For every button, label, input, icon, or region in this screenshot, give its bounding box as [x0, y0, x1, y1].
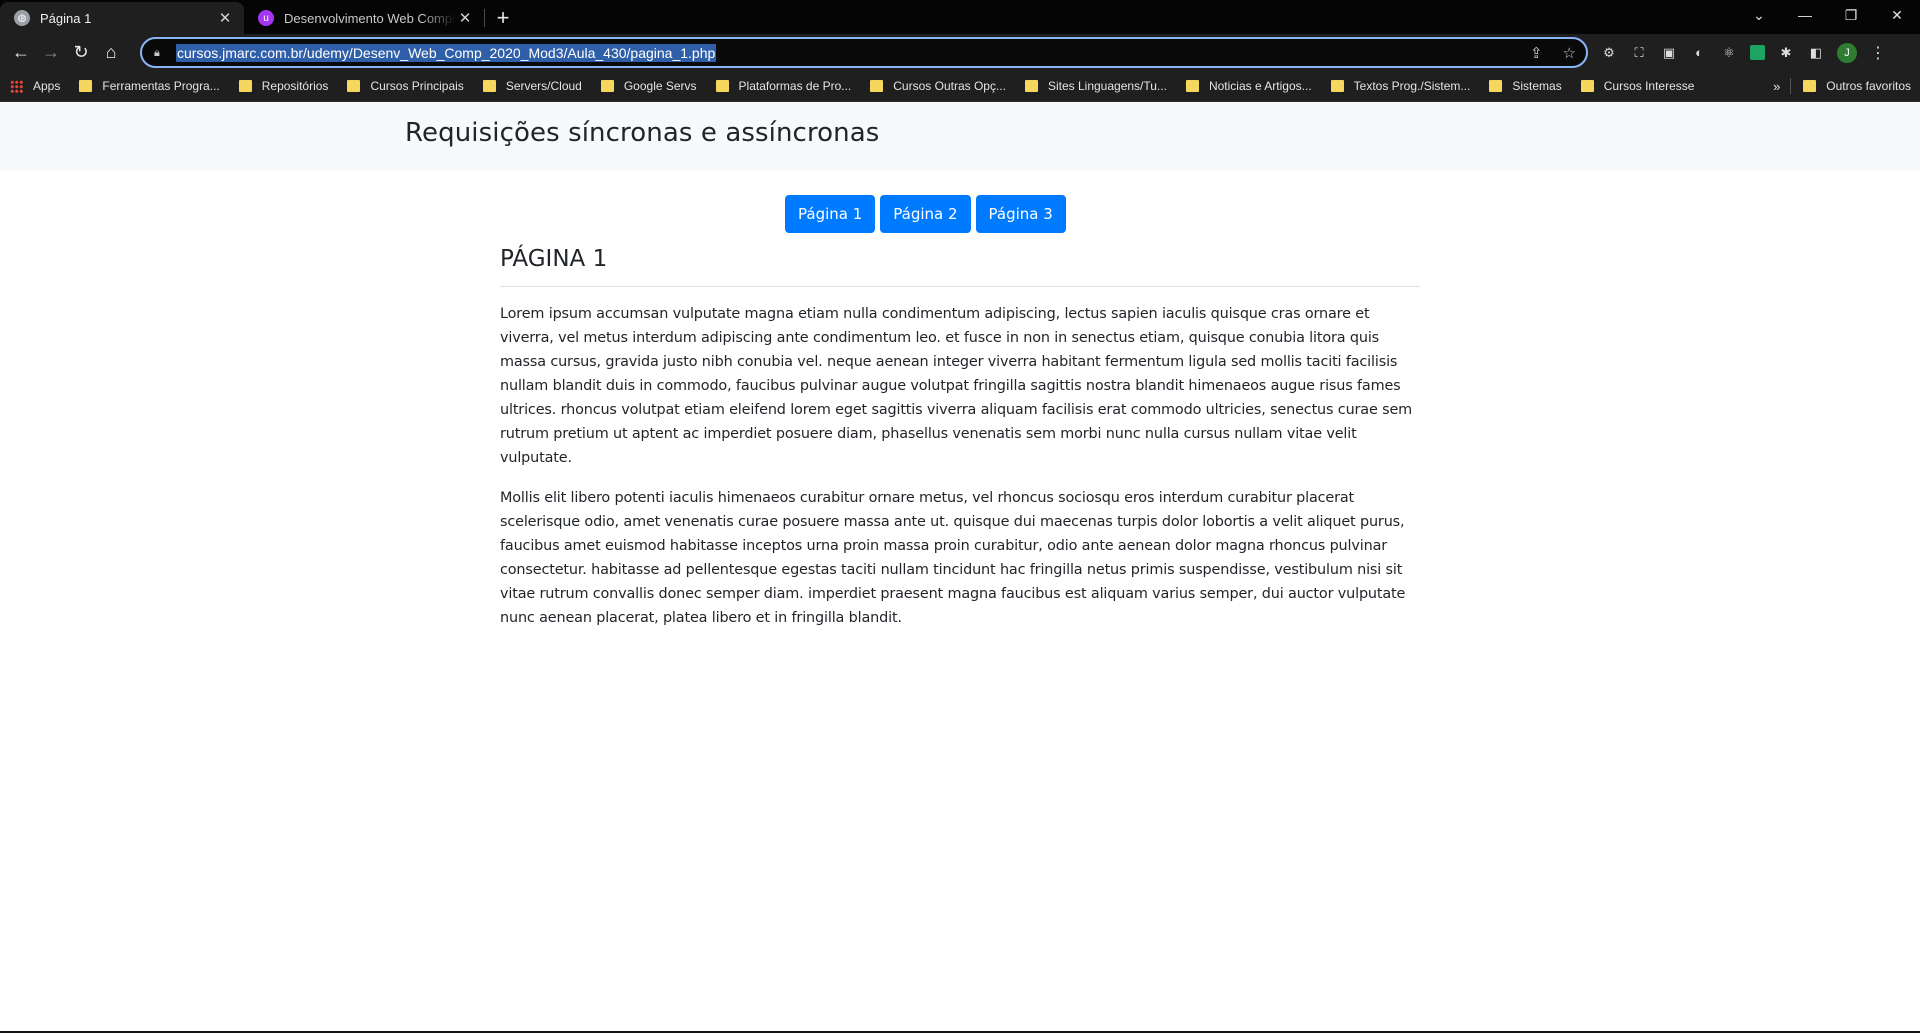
- omnibox-actions: ⇪ ☆: [1530, 44, 1576, 62]
- share-icon[interactable]: ⇪: [1530, 44, 1543, 62]
- bookmarks-divider: [1790, 78, 1792, 94]
- folder-icon: [870, 80, 884, 92]
- url-text[interactable]: cursos.jmarc.com.br/udemy/Desenv_Web_Com…: [176, 43, 717, 62]
- page-header: Requisições síncronas e assíncronas: [0, 102, 1920, 171]
- bookmark-label: Outros favoritos: [1826, 79, 1911, 93]
- more-bookmarks-button[interactable]: »: [1765, 79, 1788, 94]
- menu-dots-icon[interactable]: ⋮: [1869, 44, 1887, 62]
- bookmark-folder[interactable]: Servers/Cloud: [473, 79, 591, 93]
- pagina-1-button[interactable]: Página 1: [785, 195, 876, 233]
- browser-toolbar: ← → ↻ ⌂ 🔒︎ cursos.jmarc.com.br/udemy/Des…: [0, 34, 1920, 71]
- content-paragraph: Mollis elit libero potenti iaculis himen…: [500, 490, 1406, 626]
- bookmark-folder[interactable]: Sistemas: [1479, 79, 1570, 93]
- back-button[interactable]: ←: [6, 38, 36, 68]
- bookmark-folder[interactable]: Textos Prog./Sistem...: [1321, 79, 1480, 93]
- page-content: PÁGINA 1 Lorem ipsum accumsan vulputate …: [500, 242, 1420, 630]
- lock-icon[interactable]: 🔒︎: [154, 47, 166, 59]
- content-heading: PÁGINA 1: [500, 242, 1420, 287]
- bookmark-label: Apps: [33, 79, 61, 93]
- react-extension-icon[interactable]: ⚛: [1720, 44, 1738, 62]
- restore-icon[interactable]: ❐: [1828, 7, 1874, 24]
- bookmark-folder[interactable]: Ferramentas Progra...: [69, 79, 228, 93]
- bookmark-folder[interactable]: Sites Linguagens/Tu...: [1015, 79, 1176, 93]
- bookmark-folder[interactable]: Noticias e Artigos...: [1176, 79, 1321, 93]
- page-title: Requisições síncronas e assíncronas: [405, 118, 880, 148]
- bookmark-label: Ferramentas Progra...: [102, 79, 220, 93]
- apps-grid-icon: [10, 79, 23, 93]
- page-nav-buttons: Página 1 Página 2 Página 3: [785, 195, 1066, 233]
- profile-avatar[interactable]: J: [1837, 42, 1857, 63]
- other-bookmarks-folder[interactable]: Outros favoritos: [1793, 79, 1920, 93]
- close-tab-icon[interactable]: ✕: [456, 9, 474, 27]
- bookmark-label: Google Servs: [623, 79, 697, 93]
- pagina-3-button[interactable]: Página 3: [975, 195, 1066, 233]
- window-controls: ⌄ — ❐ ✕: [1736, 0, 1920, 30]
- reload-button[interactable]: ↻: [66, 38, 96, 68]
- folder-icon: [482, 80, 496, 92]
- bookmark-label: Plataformas de Pro...: [738, 79, 852, 93]
- udemy-icon: u: [258, 10, 274, 26]
- bookmark-label: Cursos Outras Opç...: [893, 79, 1006, 93]
- folder-icon: [238, 80, 252, 92]
- folder-icon: [347, 80, 361, 92]
- puzzle-extensions-icon[interactable]: ✱: [1777, 44, 1795, 62]
- web-page: Requisições síncronas e assíncronas Pági…: [0, 102, 1920, 1033]
- bookmark-label: Cursos Principais: [370, 79, 464, 93]
- minimize-icon[interactable]: —: [1782, 7, 1828, 23]
- tab-pagina-1[interactable]: ◍ Página 1 ✕: [0, 2, 244, 34]
- tab-strip: ◍ Página 1 ✕ u Desenvolvimento Web Compl…: [0, 0, 1920, 34]
- gear-extension-icon[interactable]: ⚙: [1600, 44, 1618, 62]
- bookmark-label: Sistemas: [1512, 79, 1562, 93]
- globe-icon: ◍: [14, 10, 30, 26]
- window-extension-icon[interactable]: ▣: [1660, 44, 1678, 62]
- folder-icon: [1330, 80, 1344, 92]
- folder-icon: [79, 80, 93, 92]
- screenshot-extension-icon[interactable]: ⛶: [1630, 44, 1648, 62]
- bookmark-apps[interactable]: Apps: [0, 79, 69, 93]
- side-panel-icon[interactable]: ◧: [1807, 44, 1825, 62]
- forward-button[interactable]: →: [36, 38, 66, 68]
- pagina-2-button[interactable]: Página 2: [880, 195, 971, 233]
- tab-title: Página 1: [40, 10, 92, 26]
- bookmark-folder[interactable]: Cursos Principais: [337, 79, 472, 93]
- folder-icon: [715, 80, 729, 92]
- bookmark-folder[interactable]: Cursos Outras Opç...: [860, 79, 1015, 93]
- extensions-area: ⚙ ⛶ ▣ ◐ ⚛ ✱ ◧ J ⋮: [1600, 34, 1887, 71]
- close-window-icon[interactable]: ✕: [1874, 7, 1920, 24]
- folder-icon: [1489, 80, 1503, 92]
- close-tab-icon[interactable]: ✕: [216, 9, 234, 27]
- green-extension-icon[interactable]: [1750, 45, 1765, 60]
- home-button[interactable]: ⌂: [96, 38, 126, 68]
- tab-title: Desenvolvimento Web Completo: [284, 10, 456, 26]
- folder-icon: [1024, 80, 1038, 92]
- folder-icon: [1803, 80, 1817, 92]
- folder-icon: [1185, 80, 1199, 92]
- bookmark-label: Textos Prog./Sistem...: [1353, 79, 1471, 93]
- bookmark-label: Repositórios: [261, 79, 329, 93]
- bookmark-folder[interactable]: Cursos Interesse: [1571, 79, 1704, 93]
- bookmarks-bar: Apps Ferramentas Progra... Repositórios …: [0, 71, 1920, 102]
- bookmark-label: Sites Linguagens/Tu...: [1047, 79, 1167, 93]
- address-bar[interactable]: 🔒︎ cursos.jmarc.com.br/udemy/Desenv_Web_…: [140, 37, 1588, 68]
- new-tab-button[interactable]: +: [485, 5, 521, 31]
- bookmark-label: Servers/Cloud: [505, 79, 582, 93]
- tab-search-icon[interactable]: ⌄: [1736, 7, 1782, 24]
- bookmark-folder[interactable]: Plataformas de Pro...: [706, 79, 861, 93]
- bookmark-star-icon[interactable]: ☆: [1563, 44, 1576, 62]
- bookmark-label: Noticias e Artigos...: [1208, 79, 1312, 93]
- bookmark-folder[interactable]: Repositórios: [229, 79, 338, 93]
- folder-icon: [600, 80, 614, 92]
- dark-mode-extension-icon[interactable]: ◐: [1690, 44, 1708, 62]
- tab-desenvolvimento-web[interactable]: u Desenvolvimento Web Completo ✕: [244, 2, 484, 34]
- bookmark-folder[interactable]: Google Servs: [591, 79, 706, 93]
- bookmark-label: Cursos Interesse: [1603, 79, 1695, 93]
- content-paragraph: Lorem ipsum accumsan vulputate magna eti…: [500, 306, 1413, 466]
- folder-icon: [1580, 80, 1594, 92]
